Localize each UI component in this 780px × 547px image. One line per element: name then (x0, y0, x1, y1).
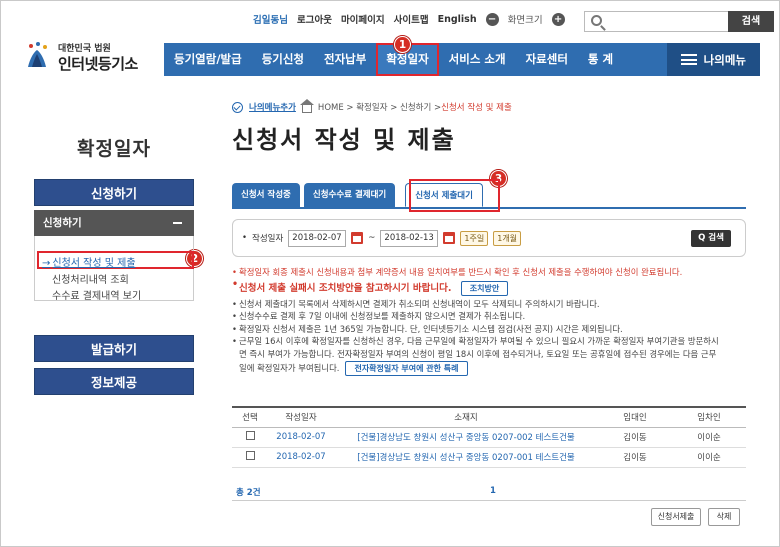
page-title: 신청서 작성 및 제출 (232, 126, 456, 154)
hamburger-icon (680, 54, 697, 65)
row-checkbox[interactable] (245, 451, 255, 460)
action-plan-button[interactable]: 조치방안 (460, 280, 509, 296)
add-my-menu-link[interactable]: 나의메뉴추가 (249, 101, 296, 113)
application-table: 선택 작성일자 소재지 임대인 임차인 2018-02-07 [건물]경상남도 … (232, 406, 746, 468)
utility-bar: 김일동님 로그아웃 마이페이지 사이트맵 English − 화면크기 + (253, 12, 565, 26)
tab-payment-pending[interactable]: 신청수수료 결제대기 (303, 183, 396, 207)
sidebar-sub-label: 신청하기 (43, 217, 82, 229)
callout-badge-1: 1 (394, 36, 411, 53)
main-navigation: 등기열람/발급 등기신청 전자납부 확정일자 서비스 소개 자료센터 통 계 나… (164, 43, 760, 76)
notice-text-row: 일에 확정일자가 부여됩니다. 전자확정일자 부여에 관한 특례 (239, 360, 756, 376)
mypage-link[interactable]: 마이페이지 (341, 12, 385, 26)
total-count: 총 2건 (236, 488, 261, 498)
zoom-out-icon[interactable]: − (485, 12, 499, 26)
delete-button[interactable]: 삭제 (708, 508, 740, 526)
col-select: 선택 (232, 406, 268, 428)
row-lessor: 김이동 (598, 427, 672, 448)
divider (232, 500, 746, 501)
notice-item: 확정일자 회종 제출시 신청내용과 첨부 계약증서 내용 일치여부를 반드시 확… (232, 266, 756, 279)
arrow-right-icon: → (42, 258, 51, 269)
sidebar-issue-button[interactable]: 발급하기 (34, 335, 194, 362)
date-filter: • 작성일자 2018-02-07 ~ 2018-02-13 1주일 1개월 Q… (232, 219, 746, 257)
sidebar-link-label: 신청서 작성 및 제출 (52, 258, 136, 269)
notice-item: 신청수수료 결제 후 7일 이내에 신청정보를 제출하지 않으시면 결제가 취소… (232, 310, 756, 323)
nav-e-payment[interactable]: 전자납부 (314, 43, 376, 76)
row-lessor: 김이동 (598, 447, 672, 468)
row-date[interactable]: 2018-02-07 (268, 447, 334, 468)
my-menu-label: 나의메뉴 (703, 52, 746, 67)
calendar-icon[interactable] (351, 232, 364, 244)
user-name: 김일동님 (253, 15, 288, 26)
nav-registry-view[interactable]: 등기열람/발급 (164, 43, 252, 76)
row-lessee: 이이순 (672, 447, 746, 468)
logo-title: 인터넷등기소 (58, 55, 138, 73)
bullet: • (242, 233, 248, 243)
special-rule-button[interactable]: 전자확정일자 부여에 관한 특례 (345, 360, 468, 376)
sidebar-link-write-submit[interactable]: → 신청서 작성 및 제출 (42, 254, 136, 269)
nav-statistics[interactable]: 통 계 (578, 43, 623, 76)
logout-link[interactable]: 로그아웃 (297, 12, 332, 26)
tab-writing[interactable]: 신청서 작성중 (232, 183, 300, 207)
sitemap-link[interactable]: 사이트맵 (394, 12, 429, 26)
sidebar-title: 확정일자 (77, 138, 151, 160)
tab-highlight-box (409, 179, 500, 212)
search-input[interactable]: 검색 (584, 11, 774, 32)
notice-item: 신청서 제출대기 목록에서 삭제하시면 결제가 취소되며 신청내역이 모두 삭제… (232, 298, 756, 311)
check-circle-icon (232, 101, 243, 113)
notice-text: 일에 확정일자가 부여됩니다. (239, 362, 340, 373)
row-date[interactable]: 2018-02-07 (268, 427, 334, 448)
date-to-input[interactable]: 2018-02-13 (380, 229, 439, 247)
row-lessee: 이이순 (672, 427, 746, 448)
sidebar-info-button[interactable]: 정보제공 (34, 368, 194, 395)
col-address: 소재지 (334, 406, 598, 428)
sidebar-sub-header[interactable]: 신청하기 (34, 210, 194, 236)
one-month-button[interactable]: 1개월 (493, 230, 522, 246)
one-week-button[interactable]: 1주일 (460, 230, 489, 246)
table-row: 2018-02-07 [건물]경상남도 창원시 성산구 중앙동 0207-001… (232, 447, 746, 468)
breadcrumb-path: HOME > 확정일자 > 신청하기 > (317, 103, 442, 113)
notice-item: 신청서 제출 실패시 조치방안을 참고하시기 바랍니다. 조치방안 (232, 279, 756, 298)
breadcrumb-current: 신청서 작성 및 제출 (441, 103, 512, 113)
collapse-icon[interactable] (173, 222, 182, 224)
col-lessor: 임대인 (598, 406, 672, 428)
english-link[interactable]: English (438, 14, 477, 25)
calendar-icon[interactable] (443, 232, 456, 244)
notice-text: 면 즉시 부여가 가능합니다. 전자확정일자 부여의 신청이 평일 18시 이후… (239, 348, 717, 359)
search-icon (591, 15, 602, 26)
filter-search-button[interactable]: Q 검색 (691, 230, 731, 247)
nav-registry-apply[interactable]: 등기신청 (252, 43, 314, 76)
sidebar-apply-button[interactable]: 신청하기 (34, 179, 194, 206)
row-select-cell (232, 447, 268, 468)
sidebar-link-payments[interactable]: 수수료 결제내역 보기 (52, 287, 141, 302)
col-lessee: 임차인 (672, 406, 746, 428)
col-date: 작성일자 (268, 406, 334, 428)
search-button[interactable]: 검색 (728, 11, 774, 32)
row-address[interactable]: [건물]경상남도 창원시 성산구 중앙동 0207-001 테스트건물 (334, 447, 598, 468)
notice-text: 신청서 제출 실패시 조치방안을 참고하시기 바랍니다. (239, 282, 452, 294)
home-icon[interactable] (299, 98, 314, 113)
sidebar-link-history[interactable]: 신청처리내역 조회 (52, 271, 129, 286)
row-address[interactable]: [건물]경상남도 창원시 성산구 중앙동 0207-002 테스트건물 (334, 427, 598, 448)
nav-data-center[interactable]: 자료센터 (516, 43, 578, 76)
zoom-in-icon[interactable]: + (551, 12, 565, 26)
row-select-cell (232, 427, 268, 448)
row-checkbox[interactable] (245, 431, 255, 440)
breadcrumb: 나의메뉴추가 HOME > 확정일자 > 신청하기 > 신청서 작성 및 제출 (232, 98, 512, 113)
notice-item: 확정일자 신청서 제출은 1년 365일 가능합니다. 단, 인터넷등기소 시스… (232, 323, 756, 336)
date-separator: ~ (368, 233, 376, 243)
table-row: 2018-02-07 [건물]경상남도 창원시 성산구 중앙동 0207-002… (232, 427, 746, 448)
nav-service-intro[interactable]: 서비스 소개 (439, 43, 516, 76)
site-logo[interactable]: 대한민국 법원 인터넷등기소 (22, 38, 162, 73)
notice-list: 확정일자 회종 제출시 신청내용과 첨부 계약증서 내용 일치여부를 반드시 확… (232, 266, 756, 376)
notice-item: 근무일 16시 이후에 확정일자를 신청하신 경우, 다음 근무일에 확정일자가… (232, 335, 756, 376)
submit-application-button[interactable]: 신청서제출 (651, 508, 701, 526)
date-from-input[interactable]: 2018-02-07 (288, 229, 347, 247)
court-emblem-icon (28, 42, 47, 67)
page-number[interactable]: 1 (490, 486, 496, 496)
notice-text: 근무일 16시 이후에 확정일자를 신청하신 경우, 다음 근무일에 확정일자가… (239, 336, 719, 347)
zoom-label: 화면크기 (507, 15, 543, 26)
table-header-row: 선택 작성일자 소재지 임대인 임차인 (232, 406, 746, 428)
my-menu-button[interactable]: 나의메뉴 (666, 43, 760, 76)
filter-label: 작성일자 (252, 234, 284, 244)
